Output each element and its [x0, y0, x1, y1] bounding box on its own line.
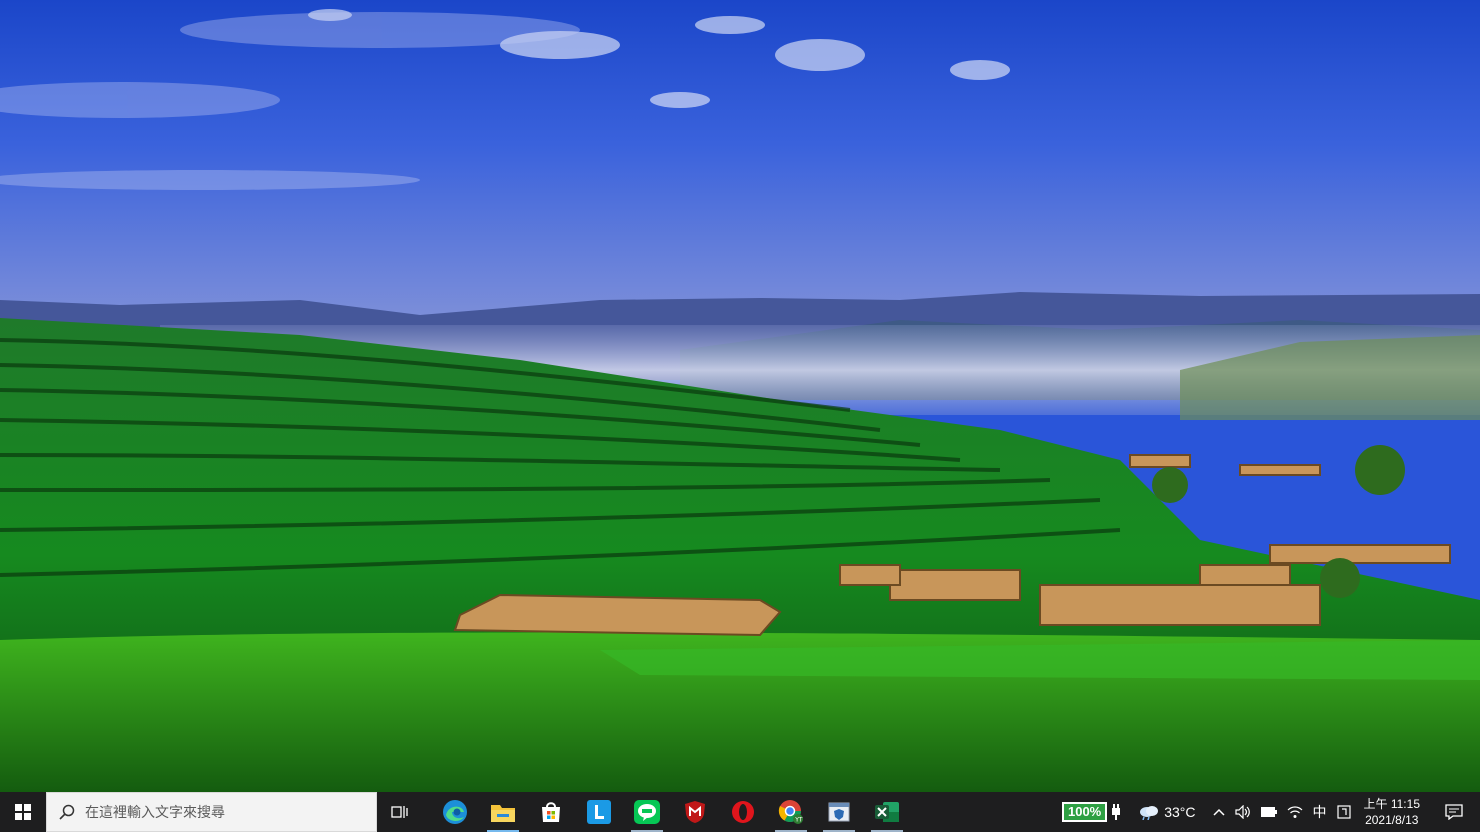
microsoft-store-icon — [542, 802, 560, 822]
mcafee-icon — [685, 801, 705, 823]
edge-icon — [443, 800, 467, 824]
plug-icon — [1112, 804, 1121, 820]
chevron-up-icon — [1212, 808, 1225, 816]
certificate-app-icon — [828, 802, 850, 822]
file-explorer-button[interactable] — [479, 792, 527, 832]
certificate-app-button[interactable] — [815, 792, 863, 832]
volume-button[interactable] — [1230, 792, 1256, 832]
wallpaper-image — [0, 0, 1480, 792]
clock[interactable]: 上午 11:15 2021/8/13 — [1356, 792, 1428, 832]
weather-widget[interactable]: 33°C — [1126, 792, 1200, 832]
start-button[interactable] — [0, 792, 46, 832]
clock-time: 上午 11:15 — [1363, 797, 1420, 811]
l-app-button[interactable] — [575, 792, 623, 832]
line-button[interactable] — [623, 792, 671, 832]
clock-date: 2021/8/13 — [1365, 813, 1419, 827]
desktop-wallpaper — [0, 0, 1480, 792]
svg-text:YT: YT — [794, 817, 803, 824]
cloud-rain-icon — [1140, 806, 1159, 820]
ime-mode-icon — [1336, 805, 1351, 819]
task-view-icon — [391, 806, 408, 818]
excel-button[interactable] — [863, 792, 911, 832]
network-button[interactable] — [1282, 792, 1308, 832]
search-input[interactable]: 在這裡輸入文字來搜尋 — [46, 792, 377, 832]
battery-icon — [1260, 807, 1277, 817]
microsoft-store-button[interactable] — [527, 792, 575, 832]
ime-mode-button[interactable] — [1332, 792, 1356, 832]
speaker-icon — [1234, 805, 1250, 819]
temperature-label: 33°C — [1164, 804, 1196, 820]
line-icon — [634, 800, 660, 824]
search-icon — [59, 804, 75, 820]
taskbar-separator — [423, 792, 431, 832]
ime-indicator[interactable]: 中 — [1308, 792, 1332, 832]
mcafee-button[interactable] — [671, 792, 719, 832]
opera-icon — [732, 801, 754, 823]
battery-indicator[interactable]: 100% — [1057, 792, 1126, 832]
ime-label: 中 — [1312, 804, 1327, 820]
notification-icon — [1445, 804, 1463, 820]
chrome-youtube-icon: YT — [778, 800, 803, 824]
taskbar: 在這裡輸入文字來搜尋 YT 100% 33°C 中 上午 11:15 2021/… — [0, 792, 1480, 832]
opera-button[interactable] — [719, 792, 767, 832]
wifi-icon — [1287, 806, 1302, 818]
task-view-button[interactable] — [377, 792, 423, 832]
file-explorer-icon — [491, 805, 515, 822]
edge-button[interactable] — [431, 792, 479, 832]
excel-icon — [875, 802, 899, 822]
windows-logo-icon — [15, 804, 31, 820]
chrome-youtube-button[interactable]: YT — [767, 792, 815, 832]
l-app-icon — [587, 800, 611, 824]
notification-center-button[interactable] — [1428, 792, 1480, 832]
system-tray: 100% 33°C 中 上午 11:15 2021/8/13 — [1057, 792, 1480, 832]
search-placeholder: 在這裡輸入文字來搜尋 — [85, 804, 225, 820]
battery-percent: 100% — [1061, 802, 1108, 822]
power-button[interactable] — [1256, 792, 1282, 832]
show-hidden-icons-button[interactable] — [1201, 792, 1230, 832]
